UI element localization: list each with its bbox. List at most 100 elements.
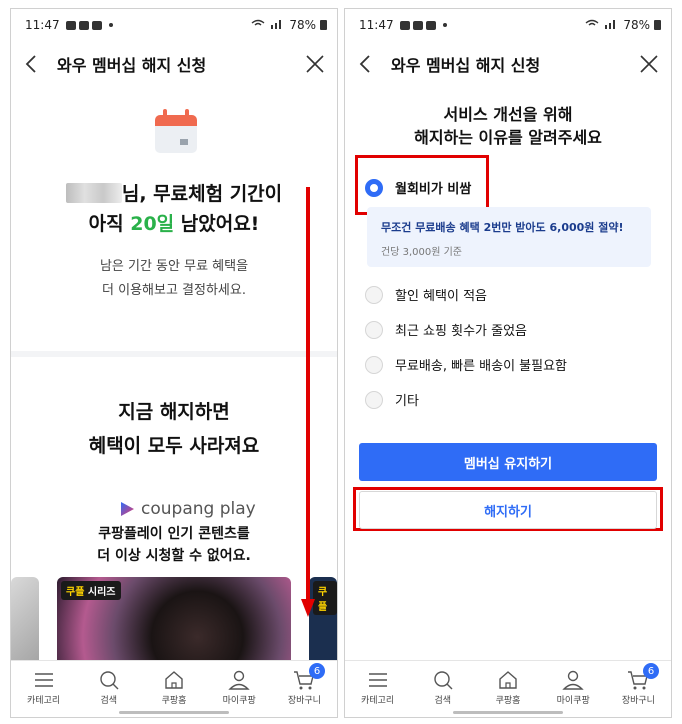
cp-desc-line1: 쿠팡플레이 인기 콘텐츠를 [98, 526, 250, 542]
reason-option-few-discounts[interactable]: 할인 혜택이 적음 [365, 285, 487, 304]
battery-percent: 78% [623, 18, 650, 32]
nav-cart[interactable]: 6 장바구니 [606, 661, 671, 717]
notice-line2-suffix: 남았어요! [174, 213, 260, 235]
scroll-down-arrow-annotation [301, 187, 315, 617]
battery-icon [320, 20, 327, 30]
dot-icon [442, 23, 447, 27]
reason-option-no-shipping-need[interactable]: 무료배송, 빠른 배송이 불필요함 [365, 355, 567, 374]
benefit-loss-title: 지금 해지하면 혜택이 모두 사라져요 [11, 395, 337, 463]
nav-my-coupang[interactable]: 마이쿠팡 [541, 661, 606, 717]
series-badge-label: 시리즈 [84, 587, 116, 598]
nav-search[interactable]: 검색 [410, 661, 475, 717]
notice-title: 님, 무료체험 기간이 아직 20일 남았어요! [11, 179, 337, 239]
nav-home[interactable]: 쿠팡홈 [475, 661, 540, 717]
reason-label: 기타 [395, 394, 419, 409]
search-icon [100, 671, 119, 690]
reason-label: 월회비가 비쌈 [395, 182, 472, 197]
nav-home-label: 쿠팡홈 [161, 696, 187, 706]
remaining-days: 20일 [130, 213, 175, 235]
battery-icon [654, 20, 661, 30]
cancel-membership-button[interactable]: 해지하기 [359, 491, 657, 529]
back-button[interactable] [11, 41, 51, 87]
menu-icon [368, 673, 387, 687]
reason-label: 할인 혜택이 적음 [395, 289, 487, 304]
keep-membership-button[interactable]: 멤버십 유지하기 [359, 443, 657, 481]
nav-category-label: 카테고리 [361, 696, 395, 706]
coupang-play-description: 쿠팡플레이 인기 콘텐츠를 더 이상 시청할 수 없어요. [11, 523, 337, 567]
status-time: 11:47 [359, 18, 394, 32]
radio-selected[interactable] [365, 178, 383, 197]
right-phone-screen: 11:47 78% 와우 멤버십 해지 신청 서비스 개선을 위해 해지하는 이… [344, 8, 672, 718]
nav-my-coupang[interactable]: 마이쿠팡 [207, 661, 272, 717]
user-icon [562, 670, 584, 690]
app-bar: 와우 멤버십 해지 신청 [11, 41, 337, 87]
close-icon [640, 55, 658, 73]
chevron-left-icon [25, 55, 36, 73]
reason-heading: 서비스 개선을 위해 해지하는 이유를 알려주세요 [345, 103, 671, 149]
cp-desc-line2: 더 이상 시청할 수 없어요. [97, 548, 251, 564]
blurred-username [65, 183, 122, 203]
savings-info-main: 무조건 무료배송 혜택 2번만 받아도 6,000원 절약! [381, 221, 624, 234]
status-bar: 11:47 78% [345, 9, 671, 41]
radio-unselected[interactable] [365, 285, 383, 304]
nav-home[interactable]: 쿠팡홈 [141, 661, 206, 717]
scroll-content[interactable]: 님, 무료체험 기간이 아직 20일 남았어요! 남은 기간 동안 무료 혜택을… [11, 87, 337, 661]
notice-line2-prefix: 아직 [88, 213, 131, 235]
nav-category[interactable]: 카테고리 [11, 661, 76, 717]
chevron-left-icon [359, 55, 370, 73]
nav-search[interactable]: 검색 [76, 661, 141, 717]
calendar-icon [155, 109, 197, 153]
nav-search-label: 검색 [100, 696, 118, 706]
coupang-play-logo: coupang play [119, 499, 256, 519]
reason-heading-line2: 해지하는 이유를 알려주세요 [414, 128, 602, 147]
nav-search-label: 검색 [434, 696, 452, 706]
savings-info-sub: 건당 3,000원 기준 [381, 247, 462, 258]
play-icon [121, 502, 134, 516]
home-icon [499, 671, 517, 689]
close-button[interactable] [293, 41, 337, 87]
content-thumbnail-main[interactable]: 쿠플 시리즈 [57, 577, 291, 661]
page-title: 와우 멤버십 해지 신청 [391, 56, 541, 75]
back-button[interactable] [345, 41, 385, 87]
radio-unselected[interactable] [365, 355, 383, 374]
home-icon [165, 671, 183, 689]
bottom-nav: 카테고리 검색 쿠팡홈 마이쿠팡 6 장바구니 [11, 660, 337, 717]
left-phone-screen: 11:47 78% 와우 멤버십 해지 신청 님, 무료체험 기간이 아직 20… [10, 8, 338, 718]
reason-option-expensive[interactable]: 월회비가 비쌈 [365, 178, 471, 197]
home-indicator [119, 711, 229, 714]
nav-category-label: 카테고리 [27, 696, 61, 706]
content-thumbnail-prev[interactable] [11, 577, 39, 661]
series-badge-right: 쿠플 [313, 581, 337, 615]
radio-unselected[interactable] [365, 320, 383, 339]
section-divider [11, 351, 337, 357]
notice-subtext: 남은 기간 동안 무료 혜택을 더 이용해보고 결정하세요. [11, 255, 337, 303]
reason-label: 최근 쇼핑 횟수가 줄었음 [395, 324, 527, 339]
savings-info-box: 무조건 무료배송 혜택 2번만 받아도 6,000원 절약! 건당 3,000원… [367, 207, 651, 267]
chat-icon [412, 20, 423, 30]
message-icon [91, 20, 102, 30]
cart-count-badge: 6 [643, 663, 660, 679]
close-button[interactable] [627, 41, 671, 87]
gallery-icon [65, 20, 76, 30]
nav-category[interactable]: 카테고리 [345, 661, 410, 717]
status-time: 11:47 [25, 18, 60, 32]
wifi-signal-icon [251, 18, 285, 32]
nav-my-label: 마이쿠팡 [222, 696, 256, 706]
user-icon [228, 670, 250, 690]
notification-icons [65, 20, 113, 30]
notification-icons [399, 20, 447, 30]
notice-line1: 님, 무료체험 기간이 [121, 183, 283, 205]
reason-option-less-shopping[interactable]: 최근 쇼핑 횟수가 줄었음 [365, 320, 527, 339]
radio-unselected[interactable] [365, 390, 383, 409]
loss-line1: 지금 해지하면 [118, 401, 230, 423]
search-icon [434, 671, 453, 690]
notice-sub-line2: 더 이용해보고 결정하세요. [102, 283, 246, 298]
nav-cart-label: 장바구니 [621, 696, 655, 706]
battery-percent: 78% [289, 18, 316, 32]
app-bar: 와우 멤버십 해지 신청 [345, 41, 671, 87]
reason-option-other[interactable]: 기타 [365, 390, 419, 409]
nav-cart[interactable]: 6 장바구니 [272, 661, 337, 717]
series-badge-right-brand: 쿠플 [318, 587, 328, 613]
page-title: 와우 멤버십 해지 신청 [57, 56, 207, 75]
series-badge: 쿠플 시리즈 [61, 581, 121, 600]
